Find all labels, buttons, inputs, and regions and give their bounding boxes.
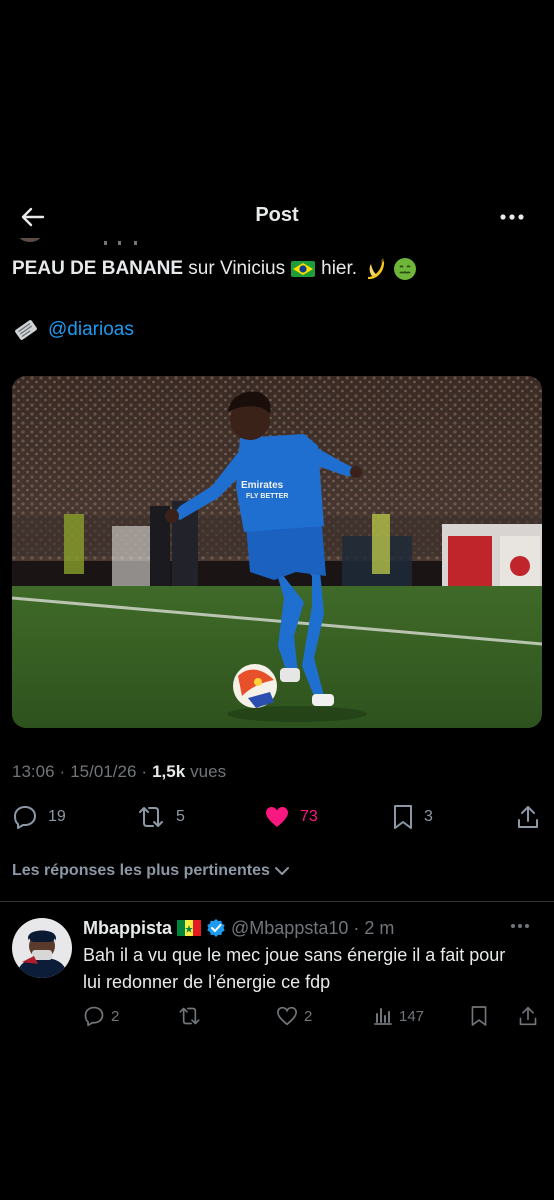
- reply-repost-button[interactable]: [177, 1004, 202, 1028]
- bookmark-icon: [471, 1006, 487, 1026]
- meta-separator: ·: [141, 762, 148, 781]
- post-meta: 13:06 · 15/01/26 · 1,5k vues: [12, 760, 226, 784]
- share-icon: [519, 1006, 537, 1026]
- reply-time[interactable]: 2 m: [364, 918, 394, 939]
- relevant-replies-filter[interactable]: Les réponses les plus pertinentes: [12, 859, 290, 883]
- share-icon: [518, 806, 538, 828]
- post-text: PEAU DE BANANE sur Vinicius hier.: [12, 256, 542, 282]
- avatar-image: [12, 918, 72, 978]
- reply-more-button[interactable]: [508, 918, 532, 934]
- brazil-flag-icon: [291, 261, 316, 277]
- source-handle-link[interactable]: @diarioas: [48, 319, 134, 341]
- banana-icon: [368, 258, 385, 280]
- views-label: vues: [190, 762, 227, 781]
- more-icon: [500, 214, 524, 220]
- svg-text:Emirates: Emirates: [241, 480, 284, 491]
- page-title: Post: [255, 204, 299, 226]
- more-icon: [511, 924, 529, 928]
- post-text-rest: sur Vinicius: [183, 258, 286, 279]
- post-text-after-flag: hier.: [321, 258, 358, 279]
- reply-views-button[interactable]: 147: [373, 1004, 424, 1028]
- like-count: 73: [300, 808, 318, 825]
- divider: [0, 901, 554, 902]
- reply-like-button[interactable]: 2: [276, 1004, 312, 1028]
- reply-views-count: 147: [399, 1007, 425, 1025]
- repost-icon: [179, 1007, 200, 1025]
- post-photo[interactable]: Emirates FLY BETTER: [12, 376, 542, 728]
- reply-separator: ·: [353, 917, 360, 938]
- bookmark-count: 3: [424, 808, 433, 825]
- heart-icon: [266, 807, 288, 827]
- clipped-author-row: [12, 238, 152, 246]
- post-text-bold: PEAU DE BANANE: [12, 258, 184, 279]
- newspaper-icon: [15, 320, 37, 340]
- reply-button[interactable]: 19: [12, 803, 66, 831]
- nauseated-face-icon: [394, 258, 417, 280]
- football-photo: Emirates FLY BETTER: [12, 376, 542, 728]
- reply-icon: [84, 1006, 104, 1027]
- bookmark-icon: [394, 805, 412, 829]
- heart-icon: [276, 1006, 298, 1026]
- repost-button[interactable]: 5: [136, 803, 185, 831]
- post-date: 15/01/26: [70, 762, 137, 781]
- chevron-down-icon: [274, 867, 289, 875]
- reply-bookmark-button[interactable]: [470, 1004, 488, 1028]
- reply-reply-button[interactable]: 2: [83, 1004, 119, 1028]
- reply-author-name[interactable]: Mbappista: [83, 918, 172, 939]
- reply-count: 19: [48, 808, 66, 825]
- bookmark-button[interactable]: 3: [392, 803, 433, 831]
- verified-badge-icon: [207, 919, 225, 937]
- reply-like-count: 2: [304, 1007, 313, 1025]
- reply-icon: [14, 806, 36, 829]
- meta-separator: ·: [59, 762, 66, 781]
- reply-handle[interactable]: @Mbappsta10: [231, 918, 348, 939]
- share-button[interactable]: [516, 803, 540, 831]
- reply-text: Bah il a vu que le mec joue sans énergie…: [83, 945, 506, 992]
- svg-text:FLY BETTER: FLY BETTER: [246, 493, 288, 500]
- source-line: @diarioas: [12, 317, 134, 343]
- senegal-flag-icon: [177, 920, 202, 936]
- reply-header: Mbappista @Mbappsta10 · 2 m: [83, 916, 394, 940]
- reply-reply-count: 2: [111, 1007, 120, 1025]
- repost-count: 5: [176, 808, 185, 825]
- reply-share-button[interactable]: [518, 1004, 538, 1028]
- views-count: 1,5k: [152, 762, 186, 781]
- views-icon: [374, 1008, 392, 1025]
- reply-avatar[interactable]: [12, 918, 72, 978]
- relevant-replies-label: Les réponses les plus pertinentes: [12, 862, 270, 879]
- post-time: 13:06: [12, 762, 55, 781]
- like-button[interactable]: 73: [264, 803, 318, 831]
- repost-icon: [139, 807, 163, 827]
- more-options-button[interactable]: [494, 204, 530, 230]
